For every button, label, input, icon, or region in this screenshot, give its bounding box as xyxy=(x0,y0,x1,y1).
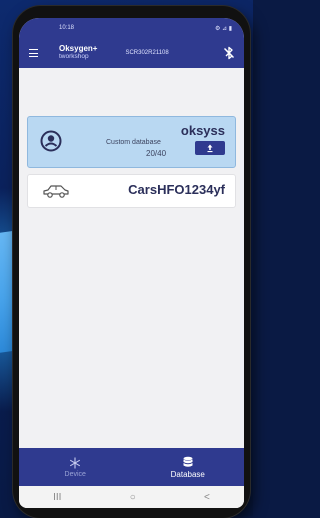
cars-database-name: CarsHFO1234yf xyxy=(128,182,225,197)
database-count: 20/40 xyxy=(146,149,167,158)
database-card-oksyss[interactable]: oksyss Custom database 20/40 xyxy=(27,116,236,168)
bluetooth-icon[interactable] xyxy=(222,46,236,60)
app-bar: Oksygen+ tworkshop SCR302R21108 xyxy=(19,38,244,68)
car-icon xyxy=(43,185,69,198)
database-card-cars[interactable]: CarsHFO1234yf xyxy=(27,174,236,208)
recents-button[interactable]: III xyxy=(53,492,61,503)
status-bar: 10:18 ⚙ ⊿ ▮ xyxy=(19,18,244,38)
phone-screen: 10:18 ⚙ ⊿ ▮ Oksygen+ tworkshop SCR302R21… xyxy=(19,18,244,508)
app-titles: Oksygen+ tworkshop xyxy=(59,45,97,61)
account-circle-icon xyxy=(40,130,62,152)
home-button[interactable]: ○ xyxy=(130,492,136,503)
nav-device[interactable]: Device xyxy=(19,448,132,486)
upload-button[interactable] xyxy=(195,141,225,155)
snowflake-icon xyxy=(70,457,81,468)
status-time: 10:18 xyxy=(59,25,75,31)
upload-icon xyxy=(207,144,213,153)
system-navigation-bar: III ○ < xyxy=(19,486,244,508)
back-button[interactable]: < xyxy=(204,492,210,503)
device-serial: SCR302R21108 xyxy=(125,50,169,56)
bottom-navigation: Device Database xyxy=(19,448,244,486)
app-subtitle: tworkshop xyxy=(59,53,89,61)
status-icons: ⚙ ⊿ ▮ xyxy=(214,25,232,32)
menu-icon[interactable] xyxy=(29,48,43,58)
database-icon xyxy=(183,456,193,467)
database-name: oksyss xyxy=(180,123,225,138)
nav-database-label: Database xyxy=(170,469,205,479)
database-type: Custom database xyxy=(106,139,161,146)
nav-device-label: Device xyxy=(64,470,86,478)
nav-database[interactable]: Database xyxy=(132,448,245,486)
app-title: Oksygen+ xyxy=(59,44,98,54)
database-list: oksyss Custom database 20/40 CarsHFO1234… xyxy=(19,68,244,208)
